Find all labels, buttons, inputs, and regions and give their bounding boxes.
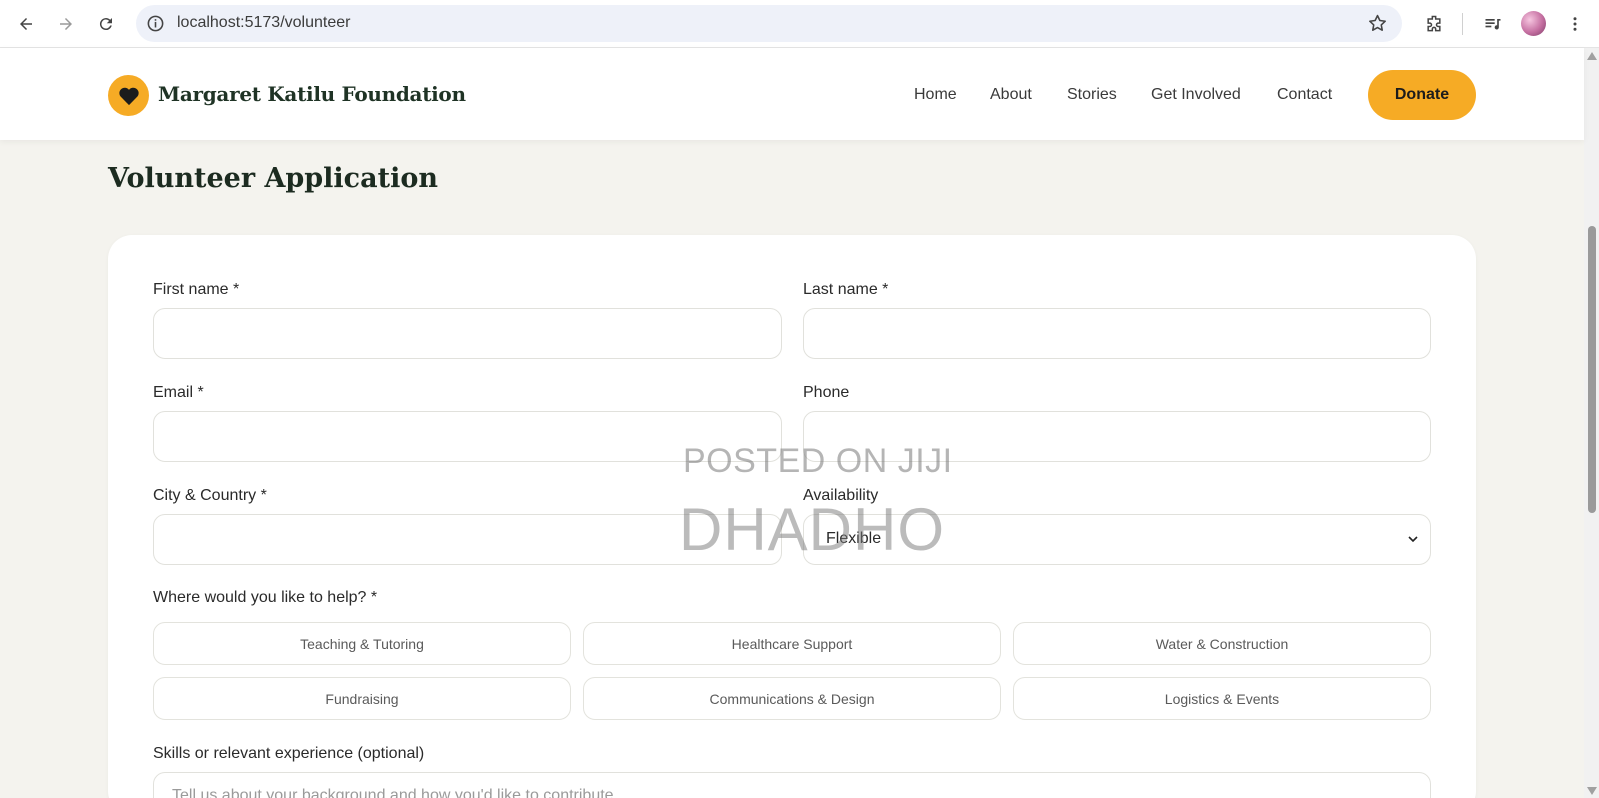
help-option-logistics[interactable]: Logistics & Events: [1013, 677, 1431, 720]
playlist-icon: [1485, 19, 1501, 30]
scrollbar-thumb[interactable]: [1588, 226, 1596, 513]
reload-button[interactable]: [92, 10, 120, 38]
help-option-fundraising[interactable]: Fundraising: [153, 677, 571, 720]
help-option-teaching[interactable]: Teaching & Tutoring: [153, 622, 571, 665]
puzzle-icon: [1427, 15, 1441, 32]
watermark-line-1: POSTED ON JIJI: [683, 442, 953, 480]
browser-menu-button[interactable]: [1561, 10, 1589, 38]
phone-label: Phone: [803, 384, 850, 401]
arrow-right-icon: [60, 18, 72, 30]
scroll-up-arrow-icon[interactable]: [1587, 52, 1597, 60]
info-icon[interactable]: [146, 14, 165, 33]
skills-textarea[interactable]: Tell us about your background and how yo…: [153, 772, 1431, 798]
address-bar[interactable]: localhost:5173/volunteer: [136, 5, 1402, 42]
scroll-down-arrow-icon[interactable]: [1587, 787, 1597, 795]
more-vertical-icon: [1573, 17, 1577, 31]
first-name-input[interactable]: [153, 308, 782, 359]
chevron-down-icon: [1408, 536, 1418, 543]
browser-toolbar: localhost:5173/volunteer: [0, 0, 1599, 48]
nav-about[interactable]: About: [990, 86, 1032, 104]
brand-name[interactable]: Margaret Katilu Foundation: [158, 82, 466, 106]
logo-badge[interactable]: [108, 75, 149, 116]
heart-icon: [118, 87, 139, 105]
city-country-label: City & Country *: [153, 487, 267, 504]
arrow-left-icon: [20, 18, 32, 30]
profile-avatar[interactable]: [1521, 11, 1546, 36]
help-option-communications[interactable]: Communications & Design: [583, 677, 1001, 720]
last-name-input[interactable]: [803, 308, 1431, 359]
donate-button[interactable]: Donate: [1368, 70, 1476, 120]
watermark-line-2: DHADHO: [679, 496, 946, 563]
reload-icon: [99, 18, 112, 31]
nav-get-involved[interactable]: Get Involved: [1151, 86, 1241, 104]
first-name-label: First name *: [153, 281, 240, 298]
help-areas-label: Where would you like to help? *: [153, 589, 378, 606]
url-text: localhost:5173/volunteer: [177, 14, 351, 31]
nav-home[interactable]: Home: [914, 86, 957, 104]
help-option-healthcare[interactable]: Healthcare Support: [583, 622, 1001, 665]
bookmark-star-icon[interactable]: [1367, 13, 1388, 34]
help-option-water-construction[interactable]: Water & Construction: [1013, 622, 1431, 665]
last-name-label: Last name *: [803, 281, 889, 298]
toolbar-divider: [1462, 13, 1463, 35]
back-button[interactable]: [12, 10, 40, 38]
extensions-button[interactable]: [1420, 10, 1448, 38]
page-title: Volunteer Application: [108, 163, 438, 194]
skills-label: Skills or relevant experience (optional): [153, 745, 425, 762]
forward-button[interactable]: [52, 10, 80, 38]
skills-placeholder: Tell us about your background and how yo…: [172, 787, 627, 798]
nav-contact[interactable]: Contact: [1277, 86, 1332, 104]
nav-stories[interactable]: Stories: [1067, 86, 1117, 104]
email-label: Email *: [153, 384, 204, 401]
site-header: Margaret Katilu Foundation Home About St…: [0, 48, 1584, 140]
media-button[interactable]: [1479, 10, 1507, 38]
